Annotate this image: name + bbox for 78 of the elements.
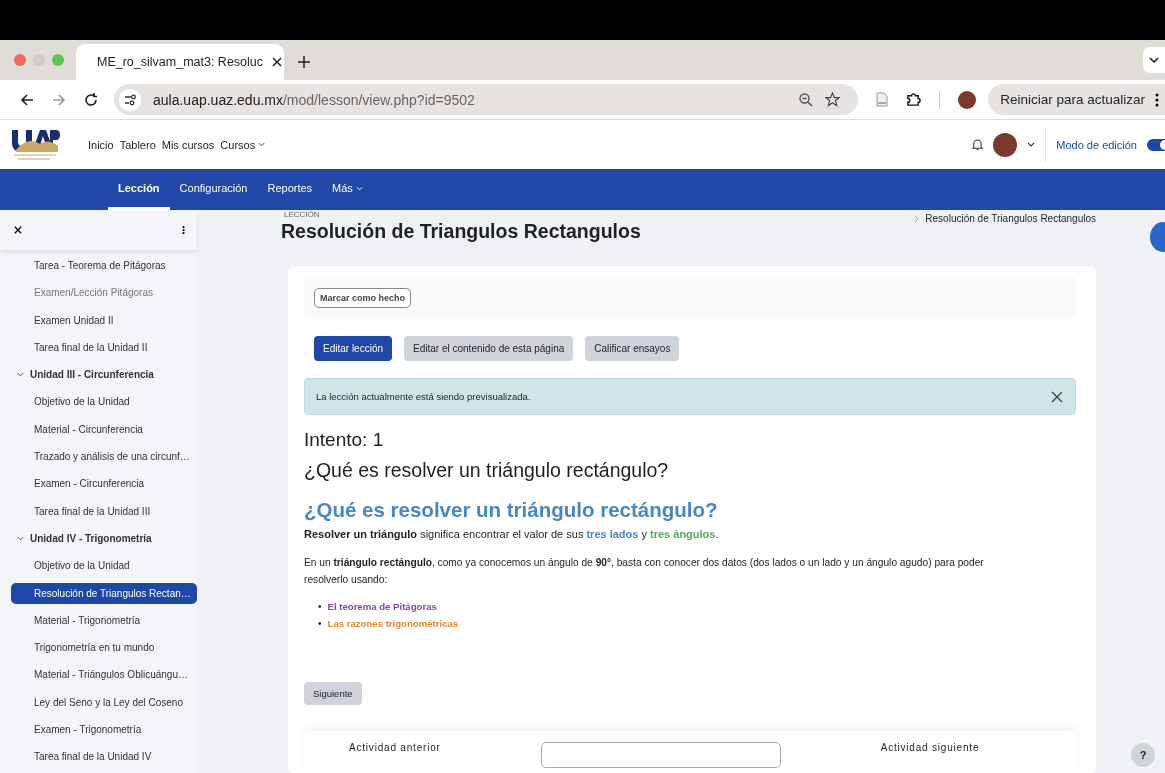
sidebar-item[interactable]: Objetivo de la Unidad <box>11 555 197 577</box>
forward-arrow-icon[interactable] <box>52 92 66 107</box>
back-arrow-icon[interactable] <box>20 92 34 107</box>
nav-link[interactable]: Mis cursos <box>161 138 215 151</box>
profile-avatar[interactable] <box>958 90 977 109</box>
help-button[interactable]: ? <box>1131 743 1155 767</box>
sidebar-item[interactable]: Material - Triángulos Oblicuángu… <box>11 664 197 686</box>
menu-dots-icon[interactable] <box>1155 92 1159 107</box>
sidebar-item[interactable]: Tarea final de la Unidad II <box>11 336 197 358</box>
edit-mode-label: Modo de edición <box>1056 138 1137 151</box>
page-eyebrow: LECCIÓN <box>284 211 321 219</box>
sidebar-item[interactable]: Resolución de Triangulos Rectan… <box>11 582 197 604</box>
browser-tab[interactable]: ME_ro_silvam_mat3: Resoluc <box>76 44 284 80</box>
sidebar-item[interactable]: Trazado y análisis de una circunf… <box>11 446 197 468</box>
extensions-puzzle-icon[interactable] <box>906 92 922 107</box>
star-icon[interactable] <box>825 92 841 107</box>
attempt-heading: Intento: 1 <box>304 428 385 452</box>
sidebar-item[interactable]: Tarea final de la Unidad IV <box>11 746 197 768</box>
nav-link[interactable]: Inicio <box>88 138 114 151</box>
chevron-down-icon[interactable] <box>1027 142 1036 147</box>
site-settings-icon[interactable] <box>119 88 141 111</box>
question-title: ¿Qué es resolver un triángulo rectángulo? <box>304 458 670 483</box>
close-icon[interactable] <box>14 226 22 234</box>
sidebar-item[interactable]: Examen/Lección Pitágoras <box>11 282 197 304</box>
update-button[interactable]: Reiniciar para actualizar <box>988 84 1165 115</box>
sidebar-item[interactable]: Tarea - Teorema de Pitágoras <box>11 255 197 276</box>
chevron-down-icon <box>17 535 24 541</box>
more-options-icon[interactable] <box>182 225 185 235</box>
bullet: • <box>318 600 322 614</box>
tab-search-button[interactable] <box>1143 47 1165 73</box>
tab-title: ME_ro_silvam_mat3: Resoluc <box>97 55 264 69</box>
section-heading[interactable]: Unidad III - Circunferencia <box>17 364 197 386</box>
sidebar-item[interactable]: Objetivo de la Unidad <box>11 391 197 413</box>
previous-activity-link[interactable]: Actividad anterior <box>349 743 441 753</box>
notification-bell-icon[interactable] <box>972 138 984 151</box>
sidebar-item[interactable]: Examen Unidad II <box>11 309 197 331</box>
chevron-down-icon <box>355 185 363 191</box>
list-link[interactable]: El teorema de Pitágoras <box>327 598 437 615</box>
mark-done-button[interactable]: Marcar como hecho <box>314 288 412 308</box>
zoom-out-icon[interactable] <box>799 92 814 107</box>
chevron-down-icon <box>258 142 266 147</box>
reload-icon[interactable] <box>84 92 98 107</box>
nav-link[interactable]: Tablero <box>119 138 156 151</box>
site-logo[interactable] <box>10 127 60 162</box>
content-heading: ¿Qué es resolver un triángulo rectángulo? <box>304 497 719 523</box>
sidebar-item[interactable]: Ley del Seno y la Ley del Coseno <box>11 691 197 713</box>
nav-tab[interactable]: Más <box>322 169 373 210</box>
address-bar[interactable]: aula.uap.uaz.edu.mx/mod/lesson/view.php?id=9502 <box>114 84 859 115</box>
action-button[interactable]: Editar el contenido de esta página <box>404 336 574 361</box>
sidebar-item[interactable]: Trigonometría en tu mundo <box>11 637 197 659</box>
nav-tab[interactable]: Reportes <box>257 169 323 210</box>
sidebar-item[interactable]: Tarea final de la Unidad III <box>11 500 197 522</box>
new-tab-icon[interactable] <box>298 56 310 68</box>
alert-text: La lección actualmente está siendo previsualizada. <box>316 391 531 402</box>
sidebar-item[interactable]: Examen - Circunferencia <box>11 473 197 495</box>
action-button[interactable]: Calificar ensayos <box>585 336 680 361</box>
close-icon[interactable] <box>1051 390 1063 403</box>
chevron-down-icon <box>17 372 24 378</box>
breadcrumb-chevron-icon <box>914 214 920 223</box>
breadcrumb-link[interactable]: Resolución de Triangulos Rectangulos <box>925 213 1096 224</box>
chevron-down-icon <box>1149 57 1159 63</box>
user-avatar[interactable] <box>993 132 1018 157</box>
sidebar-item[interactable]: Material - Circunferencia <box>11 418 197 440</box>
nav-tab[interactable]: Configuración <box>169 169 258 210</box>
nav-link[interactable]: Cursos <box>220 138 266 151</box>
content-paragraph: Resolver un triángulo significa encontrar el valor de sus tres lados y tres ángulos. <box>304 527 720 542</box>
sidebar-item[interactable]: Material - Trigonometría <box>11 609 197 631</box>
bullet: • <box>318 617 322 631</box>
sidebar-item[interactable]: Examen - Trigonometría <box>11 719 197 741</box>
action-button[interactable]: Editar lección <box>314 336 393 361</box>
url-text: aula.uap.uaz.edu.mx/mod/lesson/view.php?id=9502 <box>153 91 475 108</box>
close-icon[interactable] <box>272 57 283 67</box>
edit-mode-toggle[interactable] <box>1147 138 1165 151</box>
content-paragraph: En un triángulo rectángulo, como ya conocemos un ángulo de 90°, basta con conocer dos datos (dos lados o un lado y un ángulo agudo) para poder resolverlo usando: <box>304 556 985 587</box>
page-title: Resolución de Triangulos Rectangulos <box>281 220 641 243</box>
section-heading[interactable]: Unidad IV - Trigonometría <box>17 527 197 549</box>
next-button[interactable]: Siguiente <box>304 682 362 705</box>
next-activity-link[interactable]: Actividad siguiente <box>880 743 980 753</box>
